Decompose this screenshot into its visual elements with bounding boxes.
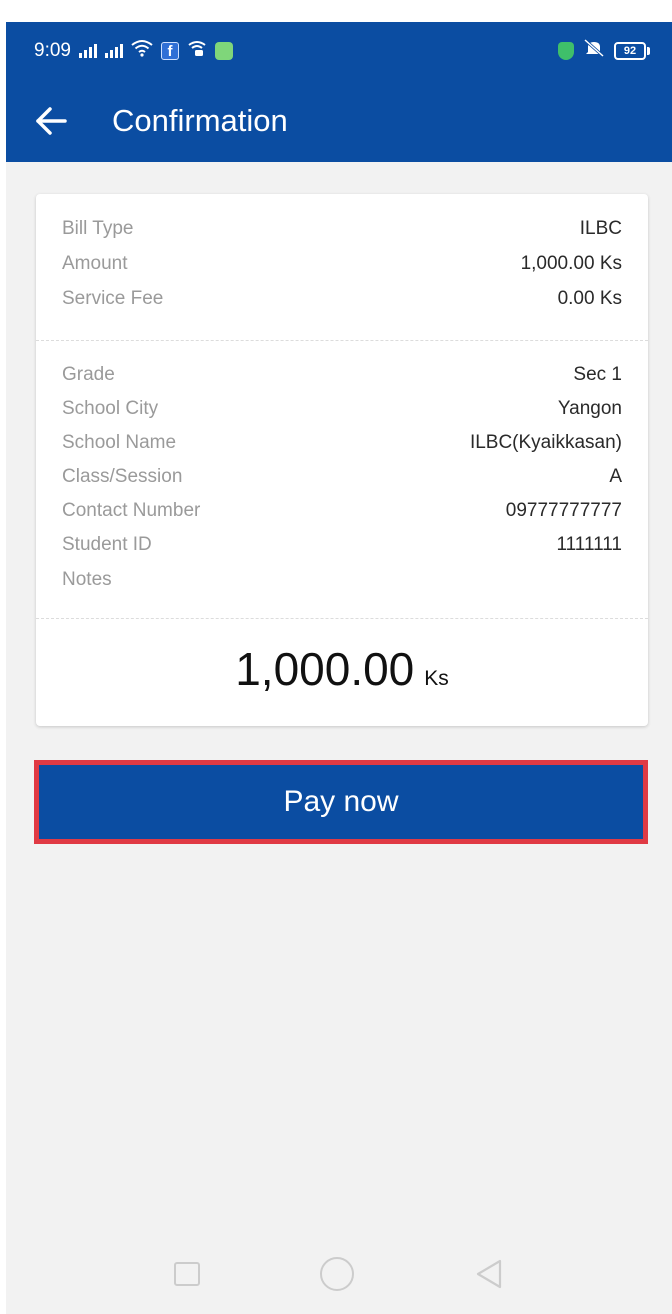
row-label: Bill Type [62,218,134,239]
battery-icon: 92 [614,42,650,60]
row-label: Student ID [62,534,152,555]
row-value: ILBC [579,218,622,239]
row-label: Notes [62,569,112,590]
row-value: A [609,466,622,487]
wifi-icon [131,39,153,63]
summary-row-amount: Amount 1,000.00 Ks [62,249,622,279]
detail-row-class-session: Class/Session A [62,462,622,492]
phone-screen: 9:09 f 92 Confirmation Bill Type ILBC Am… [6,22,672,1314]
total-currency: Ks [424,667,449,690]
divider [36,340,648,341]
row-value: Sec 1 [573,364,622,385]
row-value: Yangon [557,398,622,419]
detail-row-student-id: Student ID 1111111 [62,530,622,560]
total-amount: 1,000.00 Ks [36,614,648,714]
detail-row-school-city: School City Yangon [62,394,622,424]
row-value: 0.00 Ks [557,288,622,309]
shield-icon [558,42,574,60]
wifi-calling-icon [187,39,207,63]
mute-icon [582,38,606,64]
summary-row-bill-type: Bill Type ILBC [62,214,622,244]
toolbar: Confirmation [6,80,672,162]
row-label: School Name [62,432,177,453]
app-bar: 9:09 f 92 Confirmation [6,22,672,162]
row-value: 1111111 [556,534,622,555]
home-icon[interactable] [320,1257,354,1291]
row-label: Grade [62,364,115,385]
summary-row-service-fee: Service Fee 0.00 Ks [62,284,622,314]
signal-icon [78,44,97,58]
status-bar: 9:09 f 92 [6,22,672,80]
row-label: Class/Session [62,466,183,487]
battery-level: 92 [614,42,646,60]
row-label: Amount [62,253,128,274]
row-label: Contact Number [62,500,201,521]
detail-row-grade: Grade Sec 1 [62,360,622,390]
row-label: Service Fee [62,288,164,309]
system-nav-bar [6,1234,672,1314]
row-value: 1,000.00 Ks [520,253,622,274]
row-value: 09777777777 [505,500,622,521]
page-title: Confirmation [112,103,288,138]
message-icon [214,42,233,60]
row-value: ILBC(Kyaikkasan) [469,432,622,453]
facebook-icon: f [160,42,179,60]
detail-row-notes: Notes [62,565,622,595]
back-triangle-icon[interactable] [474,1258,504,1290]
signal-icon [104,44,123,58]
status-right: 92 [558,38,650,64]
pay-now-button[interactable]: Pay now [39,765,643,839]
detail-row-contact-number: Contact Number 09777777777 [62,496,622,526]
status-time: 9:09 [34,40,71,61]
status-left: 9:09 f [34,39,233,63]
arrow-left-icon [36,107,67,135]
row-label: School City [62,398,159,419]
back-button[interactable] [34,91,104,151]
detail-row-school-name: School Name ILBC(Kyaikkasan) [62,428,622,458]
recent-apps-icon[interactable] [174,1262,200,1286]
confirmation-card: Bill Type ILBC Amount 1,000.00 Ks Servic… [36,194,648,726]
total-value: 1,000.00 [235,643,415,695]
pay-button-highlight: Pay now [34,760,648,844]
